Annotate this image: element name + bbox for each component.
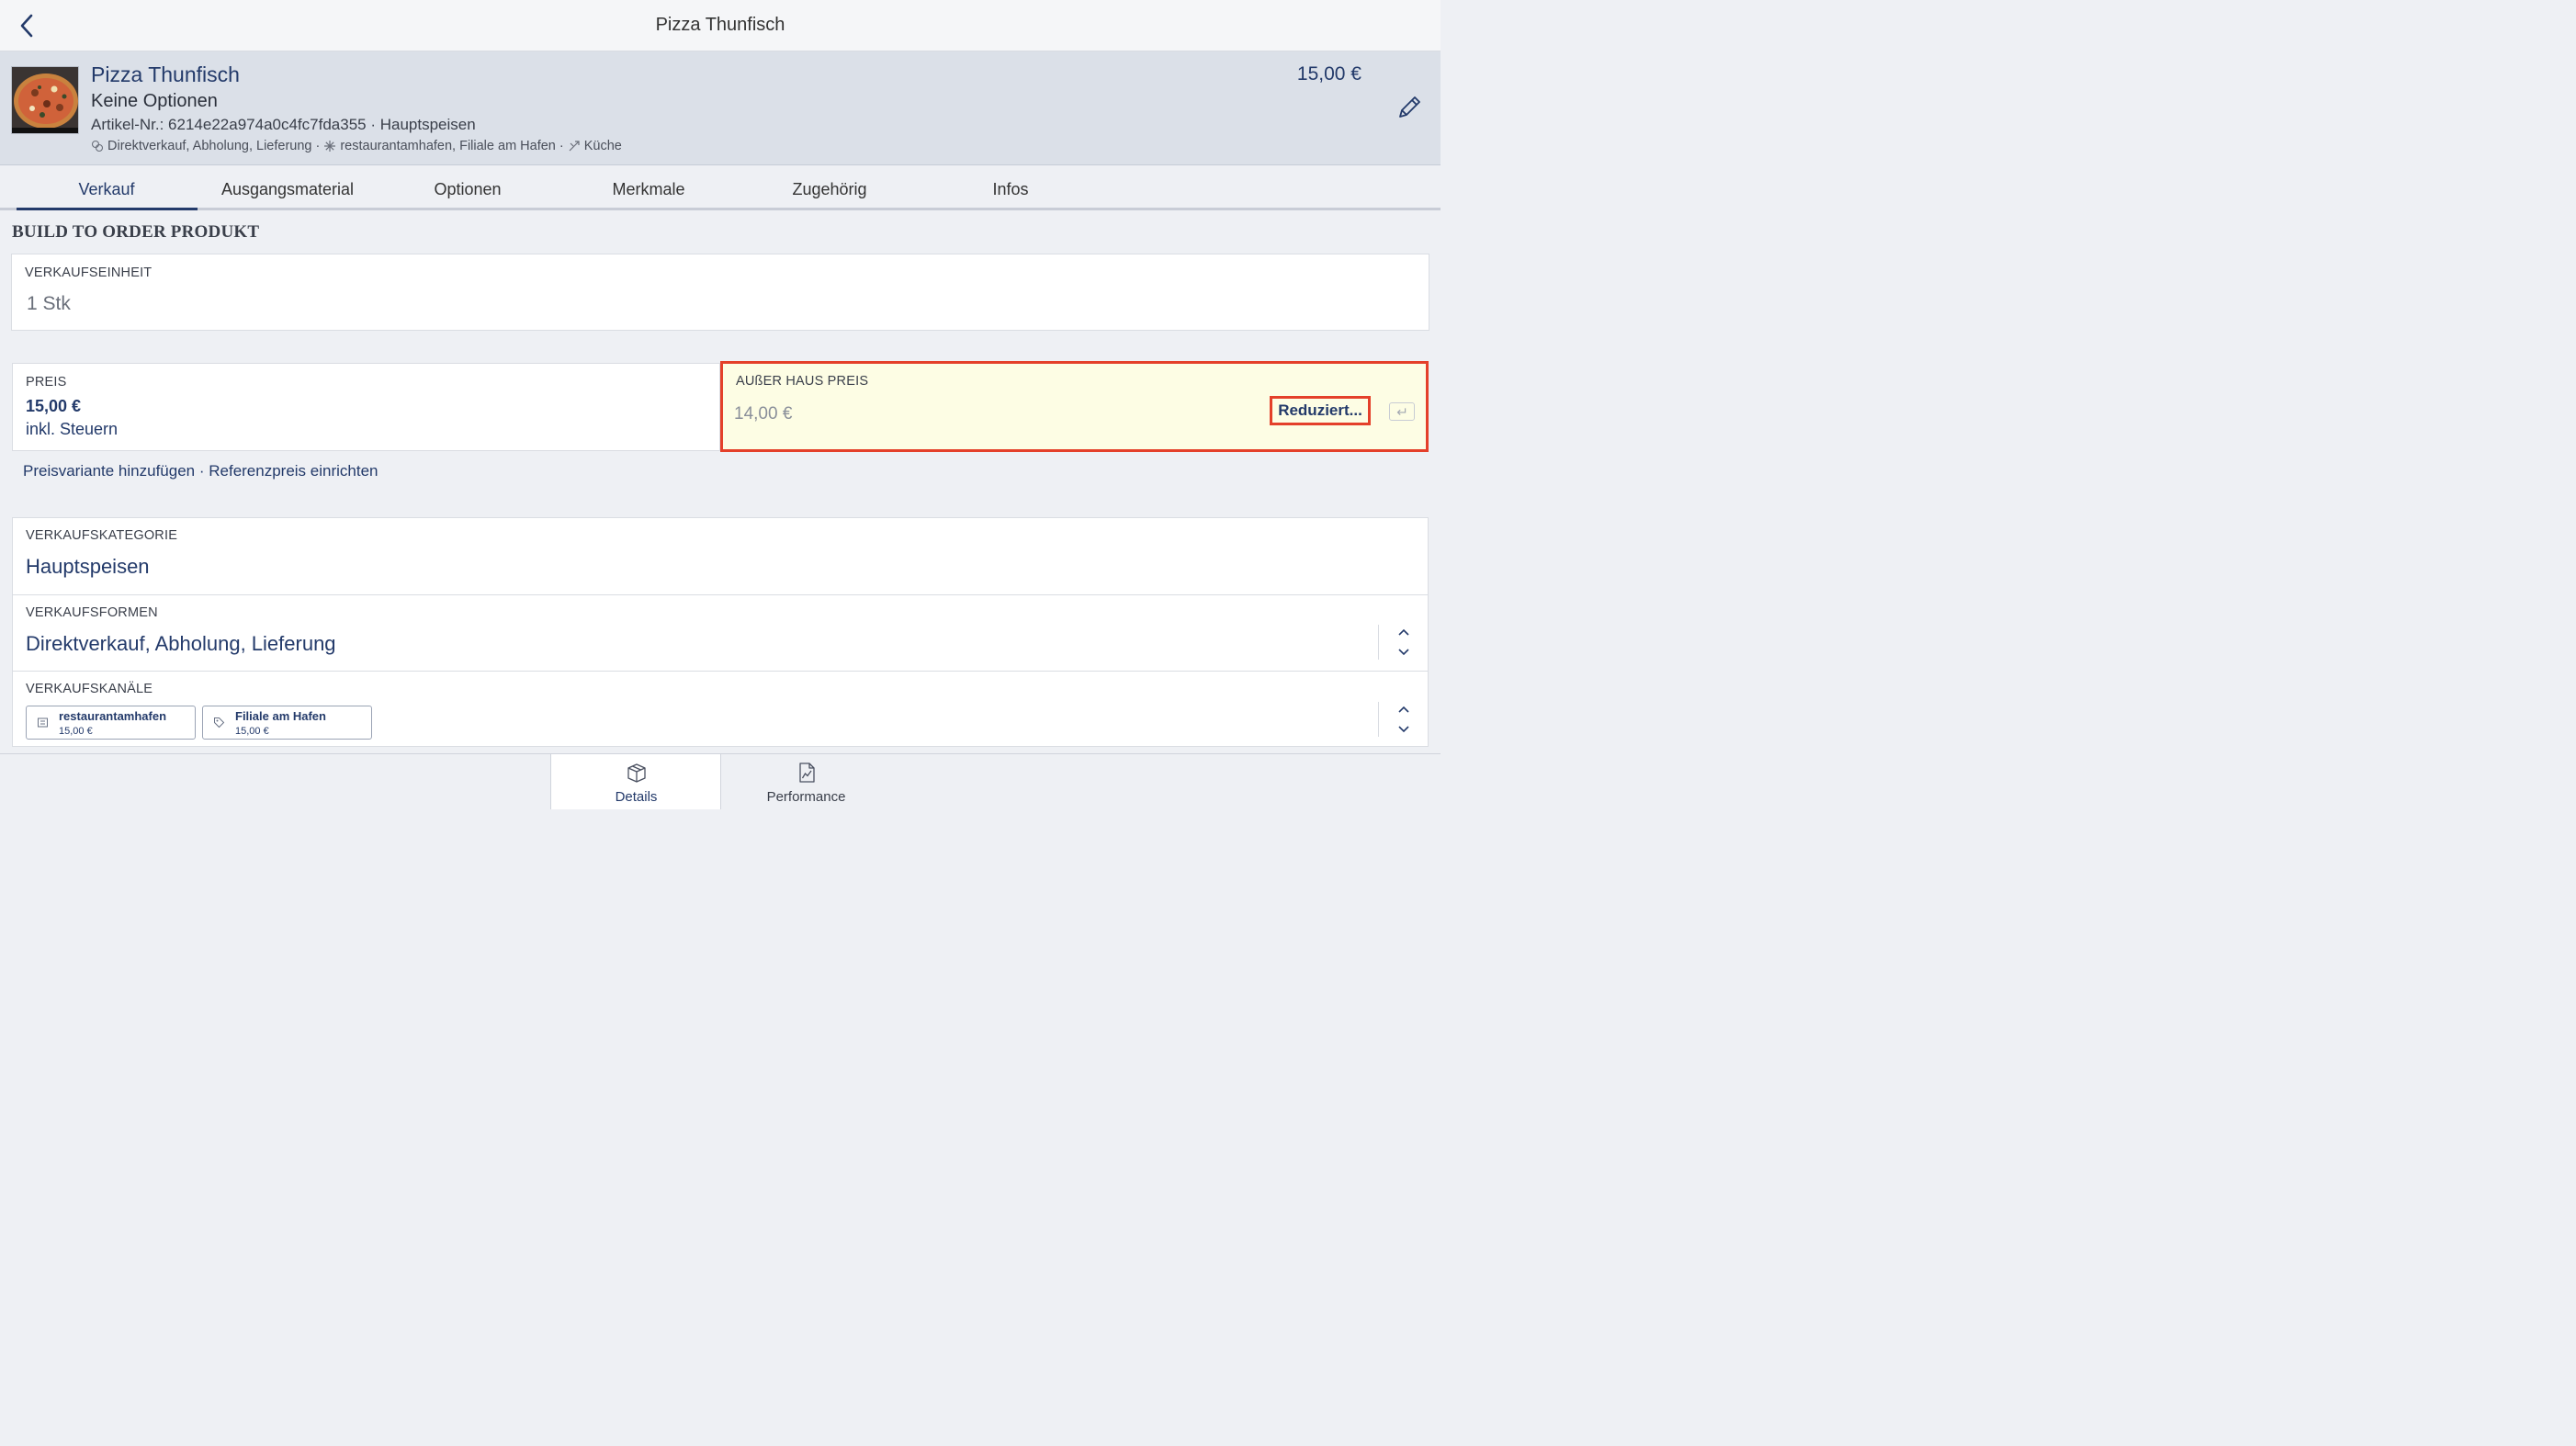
chevron-up-down-icon [1398, 628, 1409, 656]
bottom-tab-label: Performance [766, 789, 846, 805]
edit-button[interactable] [1395, 93, 1424, 122]
sales-category-row[interactable]: VERKAUFSKATEGORIE Hauptspeisen [13, 518, 1428, 595]
register-icon [38, 717, 48, 728]
channel-name: Filiale am Hafen [235, 709, 326, 723]
product-name: Pizza Thunfisch [91, 62, 240, 86]
channel-name: restaurantamhafen [59, 709, 167, 723]
pizza-image [12, 67, 78, 133]
tab-infos[interactable]: Infos [921, 166, 1101, 210]
channel-price: 15,00 € [59, 726, 93, 737]
takeaway-price-input[interactable] [734, 402, 1248, 426]
section-title: BUILD TO ORDER PRODUKT [12, 222, 260, 242]
bottom-tab-label: Details [615, 789, 658, 805]
price-field[interactable]: PREIS 15,00 € inkl. Steuern [12, 363, 720, 451]
sales-channels-label: VERKAUFSKANÄLE [26, 682, 153, 696]
product-image [11, 66, 79, 134]
price-value: 15,00 € [26, 397, 82, 415]
box-icon [627, 763, 646, 783]
product-meta: Direktverkauf, Abholung, Lieferung · res… [91, 139, 622, 153]
channel-chip-restaurantamhafen[interactable]: restaurantamhafen 15,00 € [26, 706, 196, 740]
tab-bar: Verkauf Ausgangsmaterial Optionen Merkma… [0, 166, 1441, 210]
channels-icon [324, 141, 336, 152]
sales-settings-list: VERKAUFSKATEGORIE Hauptspeisen VERKAUFSF… [12, 517, 1429, 747]
product-article-number: Artikel-Nr.: 6214e22a974a0c4fc7fda355 · … [91, 116, 476, 133]
sales-category-value: Hauptspeisen [26, 555, 150, 578]
sales-forms-stepper[interactable] [1378, 625, 1428, 660]
active-tab-indicator [17, 208, 198, 210]
meta-kitchen: Küche [583, 139, 622, 153]
tab-ausgangsmaterial[interactable]: Ausgangsmaterial [198, 166, 378, 210]
sales-channels-row: VERKAUFSKANÄLE restaurantamhafen 15,00 €… [13, 672, 1428, 747]
price-tax-note: inkl. Steuern [26, 420, 119, 438]
kitchen-icon [569, 141, 580, 152]
bottom-tab-details[interactable]: Details [551, 754, 721, 809]
chevron-up-down-icon [1398, 706, 1409, 733]
sales-forms-label: VERKAUFSFORMEN [26, 605, 158, 620]
tab-optionen[interactable]: Optionen [378, 166, 558, 210]
reduced-button[interactable]: Reduziert... [1270, 396, 1371, 425]
sales-unit-label: VERKAUFSEINHEIT [25, 265, 153, 280]
sales-category-label: VERKAUFSKATEGORIE [26, 528, 178, 543]
page-title: Pizza Thunfisch [655, 15, 785, 35]
sales-forms-row[interactable]: VERKAUFSFORMEN Direktverkauf, Abholung, … [13, 595, 1428, 672]
top-bar: Pizza Thunfisch [0, 0, 1441, 51]
channel-chip-filiale-am-hafen[interactable]: Filiale am Hafen 15,00 € [202, 706, 372, 740]
sales-unit-value: 1 Stk [27, 293, 71, 314]
reference-price-link[interactable]: Referenzpreis einrichten [209, 462, 378, 480]
meta-channels: restaurantamhafen, Filiale am Hafen · [340, 139, 564, 153]
sales-forms-icon [91, 140, 104, 153]
pencil-icon [1399, 96, 1420, 118]
sales-unit-field[interactable]: VERKAUFSEINHEIT 1 Stk [11, 254, 1429, 331]
price-links: Preisvariante hinzufügen · Referenzpreis… [23, 462, 378, 480]
product-options: Keine Optionen [91, 91, 218, 111]
chart-document-icon [799, 763, 815, 783]
takeaway-price-field: AUßER HAUS PREIS Reduziert... [720, 361, 1429, 452]
takeaway-price-label: AUßER HAUS PREIS [736, 374, 869, 389]
return-key-button[interactable] [1389, 402, 1415, 421]
bottom-tab-bar: Details Performance [0, 753, 1441, 809]
sales-forms-value: Direktverkauf, Abholung, Lieferung [26, 632, 336, 655]
product-header: Pizza Thunfisch Keine Optionen Artikel-N… [0, 51, 1441, 165]
channel-price: 15,00 € [235, 726, 269, 737]
tag-icon [214, 717, 225, 729]
product-price: 15,00 € [1296, 63, 1361, 85]
tab-zugehoerig[interactable]: Zugehörig [740, 166, 920, 210]
meta-sales-forms: Direktverkauf, Abholung, Lieferung · [107, 139, 321, 153]
links-separator: · [195, 462, 209, 480]
return-icon [1396, 408, 1407, 416]
tab-verkauf[interactable]: Verkauf [17, 166, 197, 210]
bottom-tab-performance[interactable]: Performance [721, 754, 891, 809]
sales-channels-stepper[interactable] [1378, 702, 1428, 737]
price-label: PREIS [26, 375, 67, 390]
tab-merkmale[interactable]: Merkmale [559, 166, 739, 210]
add-price-variant-link[interactable]: Preisvariante hinzufügen [23, 462, 195, 480]
